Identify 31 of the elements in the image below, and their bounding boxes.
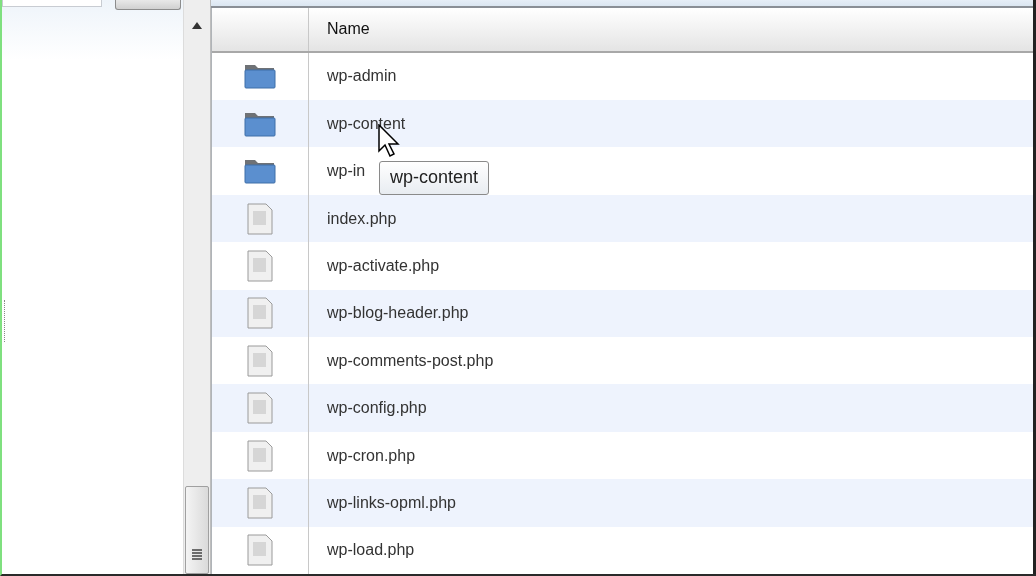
scrollbar[interactable] xyxy=(183,0,211,574)
toolbar-button[interactable] xyxy=(115,0,181,10)
scroll-thumb[interactable] xyxy=(185,486,209,574)
file-name[interactable]: wp-admin xyxy=(327,67,397,86)
file-icon xyxy=(246,392,274,425)
file-icon xyxy=(246,249,274,282)
column-header[interactable]: Name xyxy=(327,20,370,39)
file-icon xyxy=(246,534,274,567)
grip-icon xyxy=(192,549,202,561)
file-name[interactable]: wp-blog-header.php xyxy=(327,304,469,323)
search-field[interactable] xyxy=(2,0,102,7)
file-name[interactable]: wp-comments-post.php xyxy=(327,351,494,370)
file-name[interactable]: wp-in xyxy=(327,162,366,181)
tooltip: wp-content xyxy=(379,161,490,195)
file-icon xyxy=(246,486,274,519)
file-name[interactable]: index.php xyxy=(327,209,397,228)
file-name[interactable]: wp-load.php xyxy=(327,541,415,560)
file-icon xyxy=(246,202,274,235)
file-name[interactable]: wp-config.php xyxy=(327,399,427,418)
file-icon xyxy=(246,439,274,472)
scroll-up-icon[interactable] xyxy=(192,22,202,29)
file-icon xyxy=(246,297,274,330)
file-icon xyxy=(246,344,274,377)
resize-grip[interactable] xyxy=(4,300,8,342)
folder-icon xyxy=(244,158,276,185)
file-name[interactable]: wp-content xyxy=(327,114,406,133)
file-name[interactable]: wp-activate.php xyxy=(327,256,440,275)
file-name[interactable]: wp-cron.php xyxy=(327,446,416,465)
file-name[interactable]: wp-links-opml.php xyxy=(327,493,456,512)
folder-icon xyxy=(244,110,276,137)
folder-icon xyxy=(244,63,276,90)
